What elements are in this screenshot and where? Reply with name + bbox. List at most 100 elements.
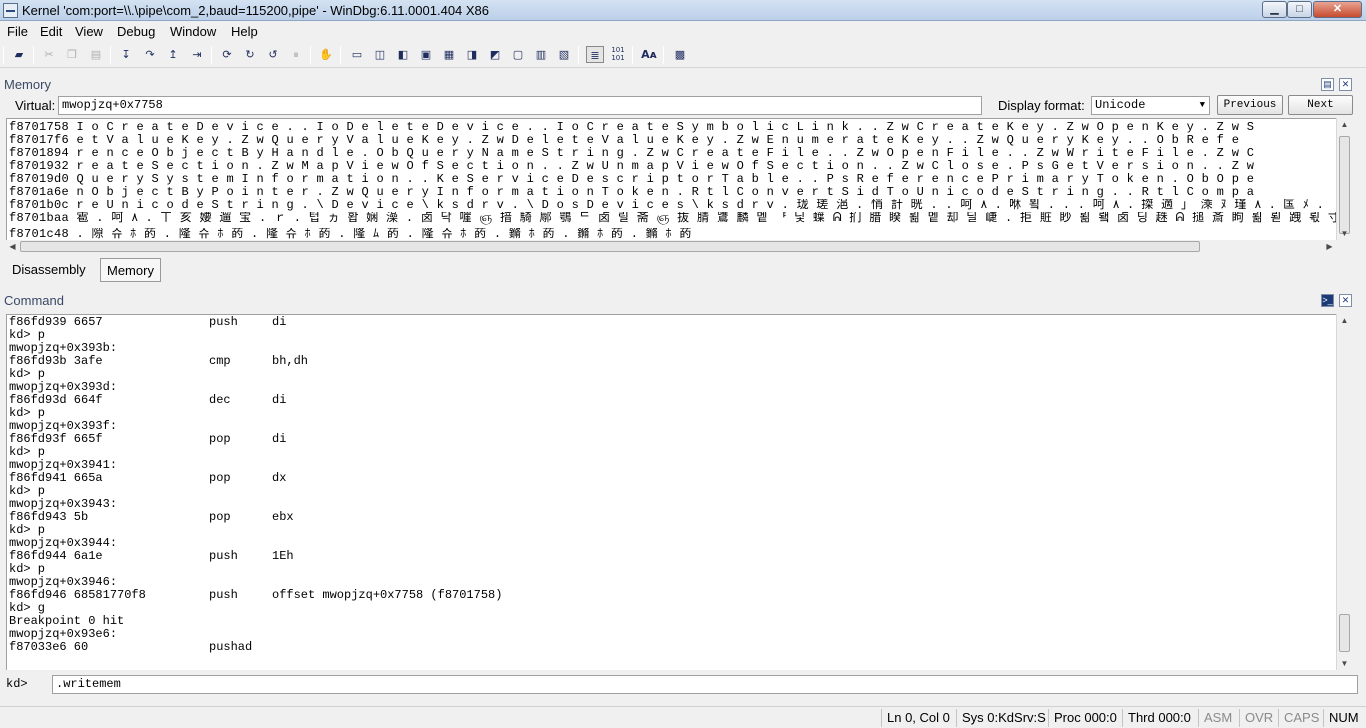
go-icon[interactable]: ⟳: [218, 46, 236, 63]
memory-line: f8701c48 . 隙 슈 ﾎ 菂 . 隆 슈 ﾎ 菂 . 隆 슈 ﾎ 菂 .…: [9, 228, 692, 240]
menu-debug[interactable]: Debug: [117, 24, 155, 39]
copy-icon[interactable]: ❐: [63, 46, 81, 63]
scroll-down-icon[interactable]: ▼: [1337, 657, 1352, 670]
memory-line: f8701932 r e a t e S e c t i o n . Z w M…: [9, 160, 1255, 173]
command-text: di: [272, 315, 287, 329]
scroll-right-icon[interactable]: ▶: [1323, 240, 1336, 254]
processes-icon[interactable]: ▥: [532, 46, 550, 63]
command-output[interactable]: f86fd939 6657 push di kd> p mwopjzq+0x393b…: [6, 314, 1336, 670]
command-text: offset mwopjzq+0x7758 (f8701758): [272, 588, 503, 602]
command-window-icon[interactable]: ▭: [348, 46, 366, 63]
step-over-icon[interactable]: ↷: [141, 46, 159, 63]
menu-view[interactable]: View: [75, 24, 103, 39]
menu-edit[interactable]: Edit: [40, 24, 62, 39]
close-button[interactable]: ✕: [1313, 1, 1362, 18]
source-mode-icon[interactable]: ▧: [555, 46, 573, 63]
status-proc: Proc 000:0: [1048, 709, 1117, 727]
command-text: mwopjzq+0x3944:: [9, 536, 118, 550]
status-asm: ASM: [1198, 709, 1232, 727]
command-text: f86fd944 6a1e: [9, 549, 103, 563]
minimize-button[interactable]: ▁: [1262, 1, 1287, 18]
display-format-label: Display format:: [998, 98, 1085, 113]
command-text: mwopjzq+0x93e6:: [9, 627, 118, 641]
disassembly-icon[interactable]: ◩: [486, 46, 504, 63]
minimize-icon: ▁: [1270, 3, 1279, 15]
memory-line: f8701baa 雹 . 呵 ٨ . ㄒ 亥 婹 遛 宝 . ｒ . 텁 ヵ 홥…: [9, 212, 1336, 225]
step-into-icon[interactable]: ↧: [117, 46, 135, 63]
source-mode-toggle-icon[interactable]: ≣: [586, 46, 604, 63]
command-input[interactable]: .writemem: [52, 675, 1358, 694]
command-text: di: [272, 393, 287, 407]
scratch-pad-icon[interactable]: ▢: [509, 46, 527, 63]
command-text: kd> p: [9, 445, 46, 459]
step-out-icon[interactable]: ↥: [164, 46, 182, 63]
memory-content[interactable]: f8701758 I o C r e a t e D e v i c e . .…: [6, 118, 1336, 240]
command-text: push: [209, 549, 238, 563]
command-text: mwopjzq+0x3946:: [9, 575, 118, 589]
memory-horizontal-scrollbar[interactable]: ◀ ▶: [6, 240, 1336, 254]
command-text: kd> p: [9, 562, 46, 576]
cut-icon[interactable]: ✂: [40, 46, 58, 63]
command-text: pop: [209, 471, 231, 485]
run-to-cursor-icon[interactable]: ⇥: [188, 46, 206, 63]
menu-file[interactable]: File: [7, 24, 28, 39]
scroll-up-icon[interactable]: ▲: [1337, 118, 1352, 131]
status-num: NUM: [1323, 709, 1359, 727]
toolbar: ▰ ✂ ❐ ▤ ↧ ↷ ↥ ⇥ ⟳ ↻ ↺ ⏸ ✋ ▭ ◫ ◧ ▣ ▦ ◨ ◩ …: [0, 42, 1366, 68]
command-text: kd> p: [9, 484, 46, 498]
memory-icon[interactable]: ▦: [440, 46, 458, 63]
scroll-up-icon[interactable]: ▲: [1337, 314, 1352, 327]
scroll-down-icon[interactable]: ▼: [1337, 227, 1352, 240]
display-format-select[interactable]: Unicode ▼: [1091, 96, 1210, 115]
command-text: pop: [209, 510, 231, 524]
previous-button[interactable]: Previous: [1217, 95, 1283, 115]
call-stack-icon[interactable]: ◨: [463, 46, 481, 63]
options-icon[interactable]: ▩: [671, 46, 689, 63]
scrollbar-thumb[interactable]: [20, 241, 1200, 252]
command-text: bh,dh: [272, 354, 309, 368]
command-panel-title: Command >_ ✕: [0, 292, 1366, 310]
scrollbar-thumb[interactable]: [1339, 136, 1350, 234]
status-sys: Sys 0:KdSrv:S: [956, 709, 1046, 727]
registers-icon[interactable]: ▣: [417, 46, 435, 63]
command-vertical-scrollbar[interactable]: ▲ ▼: [1336, 314, 1352, 670]
open-icon[interactable]: ▰: [10, 46, 28, 63]
font-icon[interactable]: Aᴀ: [640, 46, 658, 63]
locals-icon[interactable]: ◧: [394, 46, 412, 63]
menu-window[interactable]: Window: [170, 24, 216, 39]
command-text: pushad: [209, 640, 253, 654]
restart-icon[interactable]: ↻: [241, 46, 259, 63]
command-text: kd> p: [9, 406, 46, 420]
chevron-down-icon: ▼: [1199, 100, 1205, 110]
command-text: kd> g: [9, 601, 46, 615]
menu-help[interactable]: Help: [231, 24, 258, 39]
command-input-row: kd> .writemem: [0, 674, 1366, 696]
break-icon[interactable]: ⏸: [287, 46, 305, 63]
command-text: f86fd93d 664f: [9, 393, 103, 407]
scrollbar-thumb[interactable]: [1339, 614, 1350, 652]
command-text: kd> p: [9, 523, 46, 537]
maximize-button[interactable]: □: [1287, 1, 1312, 18]
next-button[interactable]: Next: [1288, 95, 1353, 115]
watch-icon[interactable]: ◫: [371, 46, 389, 63]
command-text: f86fd93f 665f: [9, 432, 103, 446]
hex-display-icon[interactable]: 101 101: [609, 46, 627, 63]
panel-menu-icon[interactable]: ▤: [1321, 78, 1334, 91]
virtual-address-input[interactable]: mwopjzq+0x7758: [58, 96, 982, 115]
memory-line: f8701758 I o C r e a t e D e v i c e . .…: [9, 121, 1255, 134]
command-text: Breakpoint 0 hit: [9, 614, 125, 628]
status-position: Ln 0, Col 0: [881, 709, 950, 727]
hand-icon[interactable]: ✋: [317, 46, 335, 63]
paste-icon[interactable]: ▤: [87, 46, 105, 63]
memory-vertical-scrollbar[interactable]: ▲ ▼: [1336, 118, 1352, 240]
tab-disassembly[interactable]: Disassembly: [6, 258, 92, 282]
panel-close-icon[interactable]: ✕: [1339, 294, 1352, 307]
panel-close-icon[interactable]: ✕: [1339, 78, 1352, 91]
windbg-app-icon: [3, 3, 18, 18]
command-title: Command: [4, 293, 64, 308]
scroll-left-icon[interactable]: ◀: [6, 240, 19, 254]
maximize-icon: □: [1296, 3, 1303, 15]
command-prompt-icon[interactable]: >_: [1321, 294, 1334, 307]
stop-debugging-icon[interactable]: ↺: [264, 46, 282, 63]
tab-memory[interactable]: Memory: [100, 258, 161, 282]
